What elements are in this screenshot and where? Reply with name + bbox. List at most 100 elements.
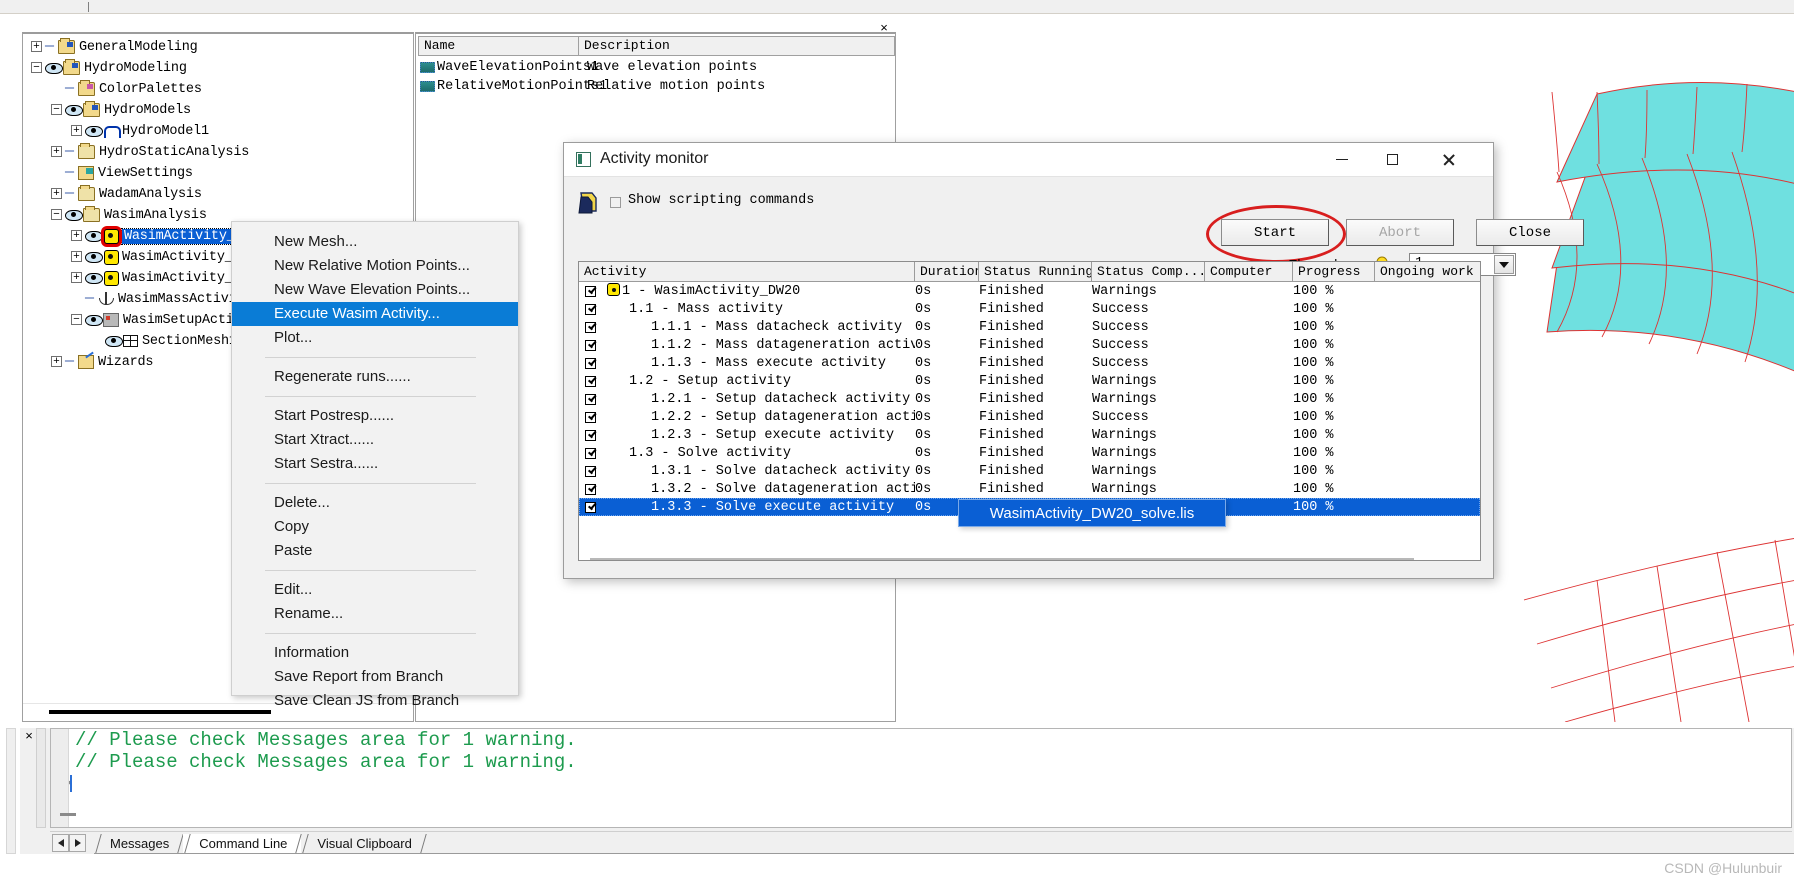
- column-header-ongoing-work[interactable]: Ongoing work: [1375, 262, 1480, 281]
- tab-messages[interactable]: Messages: [94, 834, 183, 853]
- console-outer-scrollbar[interactable]: [6, 728, 16, 854]
- row-checkbox[interactable]: [579, 447, 601, 459]
- close-icon[interactable]: ×: [877, 21, 891, 34]
- visibility-eye-icon[interactable]: [85, 230, 103, 243]
- tree-node[interactable]: + HydroModel1: [23, 120, 413, 141]
- close-button[interactable]: [1426, 143, 1471, 176]
- column-header-status-comp[interactable]: Status Comp...: [1092, 262, 1205, 281]
- expand-icon[interactable]: +: [71, 272, 82, 284]
- start-button[interactable]: Start: [1221, 219, 1329, 246]
- menu-item[interactable]: Execute Wasim Activity...: [232, 302, 518, 326]
- show-scripting-commands-checkbox[interactable]: [610, 197, 621, 208]
- menu-item[interactable]: Plot...: [232, 326, 518, 350]
- console-close-icon[interactable]: ×: [23, 729, 35, 742]
- dialog-title-bar[interactable]: Activity monitor: [564, 143, 1493, 177]
- menu-item[interactable]: Paste: [232, 539, 518, 563]
- table-row[interactable]: 1.2 - Setup activity 0s Finished Warnings 10…: [579, 372, 1480, 390]
- tree-node[interactable]: − HydroModeling: [23, 57, 413, 78]
- row-checkbox[interactable]: [579, 303, 601, 315]
- menu-item[interactable]: Start Xtract......: [232, 428, 518, 452]
- list-item[interactable]: WaveElevationPoints1 Wave elevation point…: [419, 58, 894, 77]
- tab-scroll-left-button[interactable]: [52, 834, 69, 852]
- row-checkbox[interactable]: [579, 357, 601, 369]
- row-checkbox[interactable]: [579, 501, 601, 513]
- minimize-button[interactable]: [1319, 143, 1364, 176]
- table-row[interactable]: 1.1.2 - Mass datageneration activity 0s Fi…: [579, 336, 1480, 354]
- tab-scroll-right-button[interactable]: [69, 834, 86, 852]
- collapse-icon[interactable]: −: [31, 62, 42, 74]
- visibility-eye-icon[interactable]: [105, 335, 123, 348]
- table-row[interactable]: 1.3.1 - Solve datacheck activity 0s Finish…: [579, 462, 1480, 480]
- tab-visual-clipboard[interactable]: Visual Clipboard: [301, 834, 425, 853]
- row-checkbox[interactable]: [579, 483, 601, 495]
- tree-node[interactable]: + — GeneralModeling: [23, 36, 413, 57]
- tree-node[interactable]: — ColorPalettes: [23, 78, 413, 99]
- table-row[interactable]: 1.1 - Mass activity 0s Finished Success 100 …: [579, 300, 1480, 318]
- menu-item[interactable]: Rename...: [232, 602, 518, 626]
- expand-icon[interactable]: +: [71, 230, 82, 242]
- menu-item[interactable]: Information: [232, 641, 518, 665]
- row-checkbox[interactable]: [579, 411, 601, 423]
- row-checkbox[interactable]: [579, 339, 601, 351]
- table-row[interactable]: 1.2.2 - Setup datageneration activity0s F…: [579, 408, 1480, 426]
- column-header-description[interactable]: Description: [578, 36, 895, 56]
- visibility-eye-icon[interactable]: [65, 104, 83, 117]
- table-row[interactable]: 1.3 - Solve activity 0s Finished Warnings 10…: [579, 444, 1480, 462]
- table-row[interactable]: 1.2.1 - Setup datacheck activity 0s Finish…: [579, 390, 1480, 408]
- menu-item[interactable]: New Wave Elevation Points...: [232, 278, 518, 302]
- menu-item[interactable]: Save Report from Branch: [232, 665, 518, 689]
- table-row[interactable]: 1.1.3 - Mass execute activity 0s Finished S…: [579, 354, 1480, 372]
- menu-item[interactable]: Copy: [232, 515, 518, 539]
- visibility-eye-icon[interactable]: [85, 314, 103, 327]
- menu-item[interactable]: Delete...: [232, 491, 518, 515]
- row-checkbox[interactable]: [579, 429, 601, 441]
- chevron-down-icon[interactable]: [1494, 255, 1514, 274]
- tree-node[interactable]: + — HydroStaticAnalysis: [23, 141, 413, 162]
- command-line-output[interactable]: // Please check Messages area for 1 warn…: [50, 728, 1792, 828]
- row-checkbox[interactable]: [579, 285, 601, 297]
- row-checkbox[interactable]: [579, 321, 601, 333]
- table-row[interactable]: 1 - WasimActivity_DW20 0s Finished Warnings…: [579, 282, 1480, 300]
- maximize-button[interactable]: [1370, 143, 1415, 176]
- expand-icon[interactable]: +: [31, 41, 42, 53]
- menu-item[interactable]: Start Postresp......: [232, 404, 518, 428]
- expand-icon[interactable]: +: [51, 188, 62, 200]
- visibility-eye-icon[interactable]: [45, 62, 63, 75]
- abort-button[interactable]: Abort: [1346, 219, 1454, 246]
- column-header-name[interactable]: Name: [418, 36, 578, 56]
- tab-scroll-buttons[interactable]: [52, 834, 88, 852]
- tree-node[interactable]: + — WadamAnalysis: [23, 183, 413, 204]
- tree-node[interactable]: − HydroModels: [23, 99, 413, 120]
- context-menu[interactable]: New Mesh... New Relative Motion Points...…: [231, 221, 519, 709]
- console-vertical-scrollbar[interactable]: [36, 728, 46, 828]
- column-header-activity[interactable]: Activity: [579, 262, 915, 281]
- column-header-progress[interactable]: Progress: [1293, 262, 1375, 281]
- visibility-eye-icon[interactable]: [85, 125, 103, 138]
- console-prompt[interactable]: >: [51, 773, 1791, 795]
- tab-command-line[interactable]: Command Line: [183, 834, 302, 853]
- column-header-duration[interactable]: Duration: [915, 262, 979, 281]
- tree-node[interactable]: — ViewSettings: [23, 162, 413, 183]
- row-checkbox[interactable]: [579, 393, 601, 405]
- table-row[interactable]: 1.3.2 - Solve datageneration activity0s F…: [579, 480, 1480, 498]
- dialog-close-button[interactable]: Close: [1476, 219, 1584, 246]
- row-checkbox[interactable]: [579, 375, 601, 387]
- column-header-status-running[interactable]: Status Running: [979, 262, 1092, 281]
- menu-item[interactable]: Regenerate runs......: [232, 365, 518, 389]
- menu-item[interactable]: New Relative Motion Points...: [232, 254, 518, 278]
- menu-item[interactable]: Edit...: [232, 578, 518, 602]
- list-item[interactable]: RelativeMotionPoints1 Relative motion poi…: [419, 77, 894, 96]
- expand-icon[interactable]: +: [51, 356, 62, 368]
- row-checkbox[interactable]: [579, 465, 601, 477]
- visibility-eye-icon[interactable]: [65, 209, 83, 222]
- expand-icon[interactable]: +: [71, 251, 82, 263]
- menu-item[interactable]: Start Sestra......: [232, 452, 518, 476]
- menu-item[interactable]: Save Clean JS from Branch: [232, 689, 518, 713]
- menu-item[interactable]: New Mesh...: [232, 230, 518, 254]
- column-header-computer[interactable]: Computer: [1205, 262, 1293, 281]
- table-row[interactable]: 1.2.3 - Setup execute activity 0s Finished…: [579, 426, 1480, 444]
- collapse-icon[interactable]: −: [71, 314, 82, 326]
- visibility-eye-icon[interactable]: [85, 251, 103, 264]
- visibility-eye-icon[interactable]: [85, 272, 103, 285]
- collapse-icon[interactable]: −: [51, 209, 62, 221]
